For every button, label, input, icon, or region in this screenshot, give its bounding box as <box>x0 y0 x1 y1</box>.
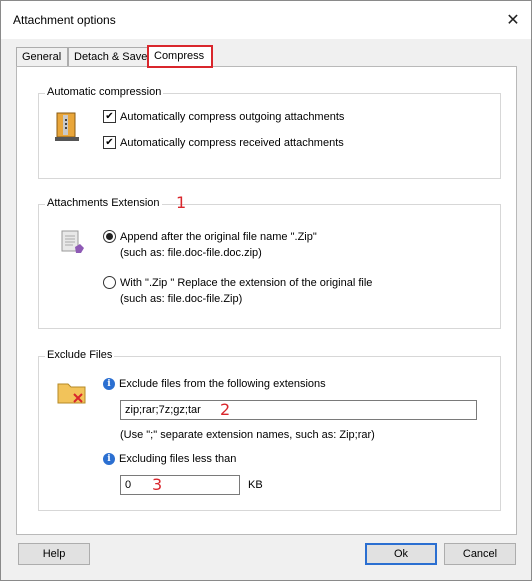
info-icon: i <box>103 453 115 465</box>
append-zip-radio[interactable]: Append after the original file name ".Zi… <box>103 230 317 243</box>
annotation-marker-2: 2 <box>220 400 231 419</box>
append-zip-label: Append after the original file name ".Zi… <box>120 230 317 243</box>
exclude-size-input[interactable]: 0 <box>120 475 240 495</box>
dialog-title: Attachment options <box>13 13 116 27</box>
replace-extension-radio[interactable]: With ".Zip " Replace the extension of th… <box>103 276 372 289</box>
exclude-extensions-label-row: i Exclude files from the following exten… <box>103 378 326 390</box>
exclude-size-label: Excluding files less than <box>119 453 237 465</box>
exclude-extensions-hint: (Use ";" separate extension names, such … <box>120 429 375 441</box>
annotation-marker-1: 1 <box>176 193 187 212</box>
size-unit-label: KB <box>248 479 263 491</box>
exclude-size-label-row: i Excluding files less than <box>103 453 236 465</box>
tab-detach-save[interactable]: Detach & Save <box>68 47 148 67</box>
attachment-options-dialog: Attachment options ✕ General Detach & Sa… <box>0 0 532 581</box>
help-button[interactable]: Help <box>18 543 90 565</box>
ok-button[interactable]: Ok <box>365 543 437 565</box>
radio-unselected-icon <box>103 276 116 289</box>
automatic-compression-title: Automatic compression <box>45 86 164 98</box>
document-icon <box>59 229 87 262</box>
compress-tab-panel: Automatic compression ✔ Automatically co… <box>16 66 517 535</box>
exclude-files-title: Exclude Files <box>45 349 115 361</box>
tab-compress[interactable]: Compress <box>147 45 213 68</box>
compress-outgoing-checkbox[interactable]: ✔ Automatically compress outgoing attach… <box>103 110 344 123</box>
attachments-extension-title: Attachments Extension <box>45 197 162 209</box>
exclude-files-group: Exclude Files i Exclude files from the f… <box>38 349 501 511</box>
compression-icon <box>53 111 81 146</box>
append-zip-example: (such as: file.doc-file.doc.zip) <box>120 247 262 259</box>
exclude-extensions-input[interactable]: zip;rar;7z;gz;tar <box>120 400 477 420</box>
replace-extension-label: With ".Zip " Replace the extension of th… <box>120 276 373 289</box>
close-icon[interactable]: ✕ <box>501 9 525 31</box>
cancel-button[interactable]: Cancel <box>444 543 516 565</box>
attachments-extension-group: Attachments Extension 1 Append after the… <box>38 193 501 329</box>
checkbox-check-icon: ✔ <box>103 136 116 149</box>
radio-selected-icon <box>103 230 116 243</box>
compress-received-checkbox[interactable]: ✔ Automatically compress received attach… <box>103 136 344 149</box>
info-icon: i <box>103 378 115 390</box>
compress-received-label: Automatically compress received attachme… <box>120 136 344 149</box>
annotation-marker-3: 3 <box>152 475 163 494</box>
replace-extension-example: (such as: file.doc-file.Zip) <box>120 293 243 305</box>
checkbox-check-icon: ✔ <box>103 110 116 123</box>
title-bar: Attachment options ✕ <box>1 1 531 39</box>
tab-general[interactable]: General <box>16 47 68 67</box>
compress-outgoing-label: Automatically compress outgoing attachme… <box>120 110 345 123</box>
automatic-compression-group: Automatic compression ✔ Automatically co… <box>38 86 501 179</box>
folder-exclude-icon <box>56 378 88 409</box>
exclude-extensions-label: Exclude files from the following extensi… <box>119 378 326 390</box>
